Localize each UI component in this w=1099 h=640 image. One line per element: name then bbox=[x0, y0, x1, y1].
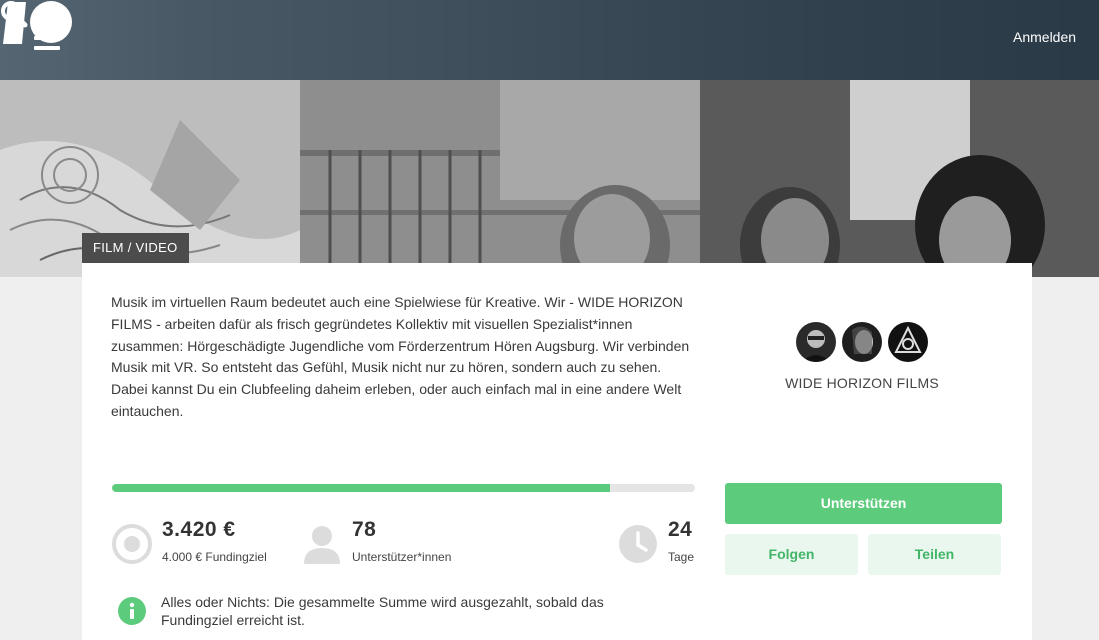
top-navbar: Anmelden bbox=[0, 0, 1099, 80]
category-tag[interactable]: FILM / VIDEO bbox=[82, 233, 189, 263]
funding-amount: 3.420 € bbox=[162, 518, 236, 541]
supporters-label: Unterstützer*innen bbox=[352, 550, 452, 564]
target-icon bbox=[112, 524, 152, 564]
team-section: WIDE HORIZON FILMS bbox=[722, 322, 1002, 391]
team-name[interactable]: WIDE HORIZON FILMS bbox=[722, 375, 1002, 391]
clock-icon bbox=[619, 525, 657, 563]
funding-progress-fill bbox=[112, 484, 611, 492]
person-icon bbox=[304, 526, 340, 564]
funding-info-text: Alles oder Nichts: Die gesammelte Summe … bbox=[161, 594, 604, 628]
days-left-count: 24 bbox=[668, 518, 693, 541]
avatar[interactable] bbox=[888, 322, 928, 362]
supporters-count: 78 bbox=[352, 518, 377, 541]
funding-progress-bar bbox=[112, 484, 695, 492]
avatar[interactable] bbox=[796, 322, 836, 362]
days-left-label: Tage bbox=[668, 550, 695, 564]
team-avatars bbox=[722, 322, 1002, 362]
funding-goal-label: 4.000 € Fundingziel bbox=[162, 550, 267, 564]
info-icon bbox=[118, 597, 146, 625]
project-card: Musik im virtuellen Raum bedeutet auch e… bbox=[82, 263, 1032, 640]
project-description: Musik im virtuellen Raum bedeutet auch e… bbox=[111, 294, 690, 419]
support-button[interactable]: Unterstützen bbox=[725, 483, 1002, 524]
share-button[interactable]: Teilen bbox=[868, 534, 1001, 575]
login-link[interactable]: Anmelden bbox=[1013, 29, 1076, 45]
follow-button[interactable]: Folgen bbox=[725, 534, 858, 575]
search-icon[interactable] bbox=[0, 0, 28, 28]
avatar[interactable] bbox=[842, 322, 882, 362]
